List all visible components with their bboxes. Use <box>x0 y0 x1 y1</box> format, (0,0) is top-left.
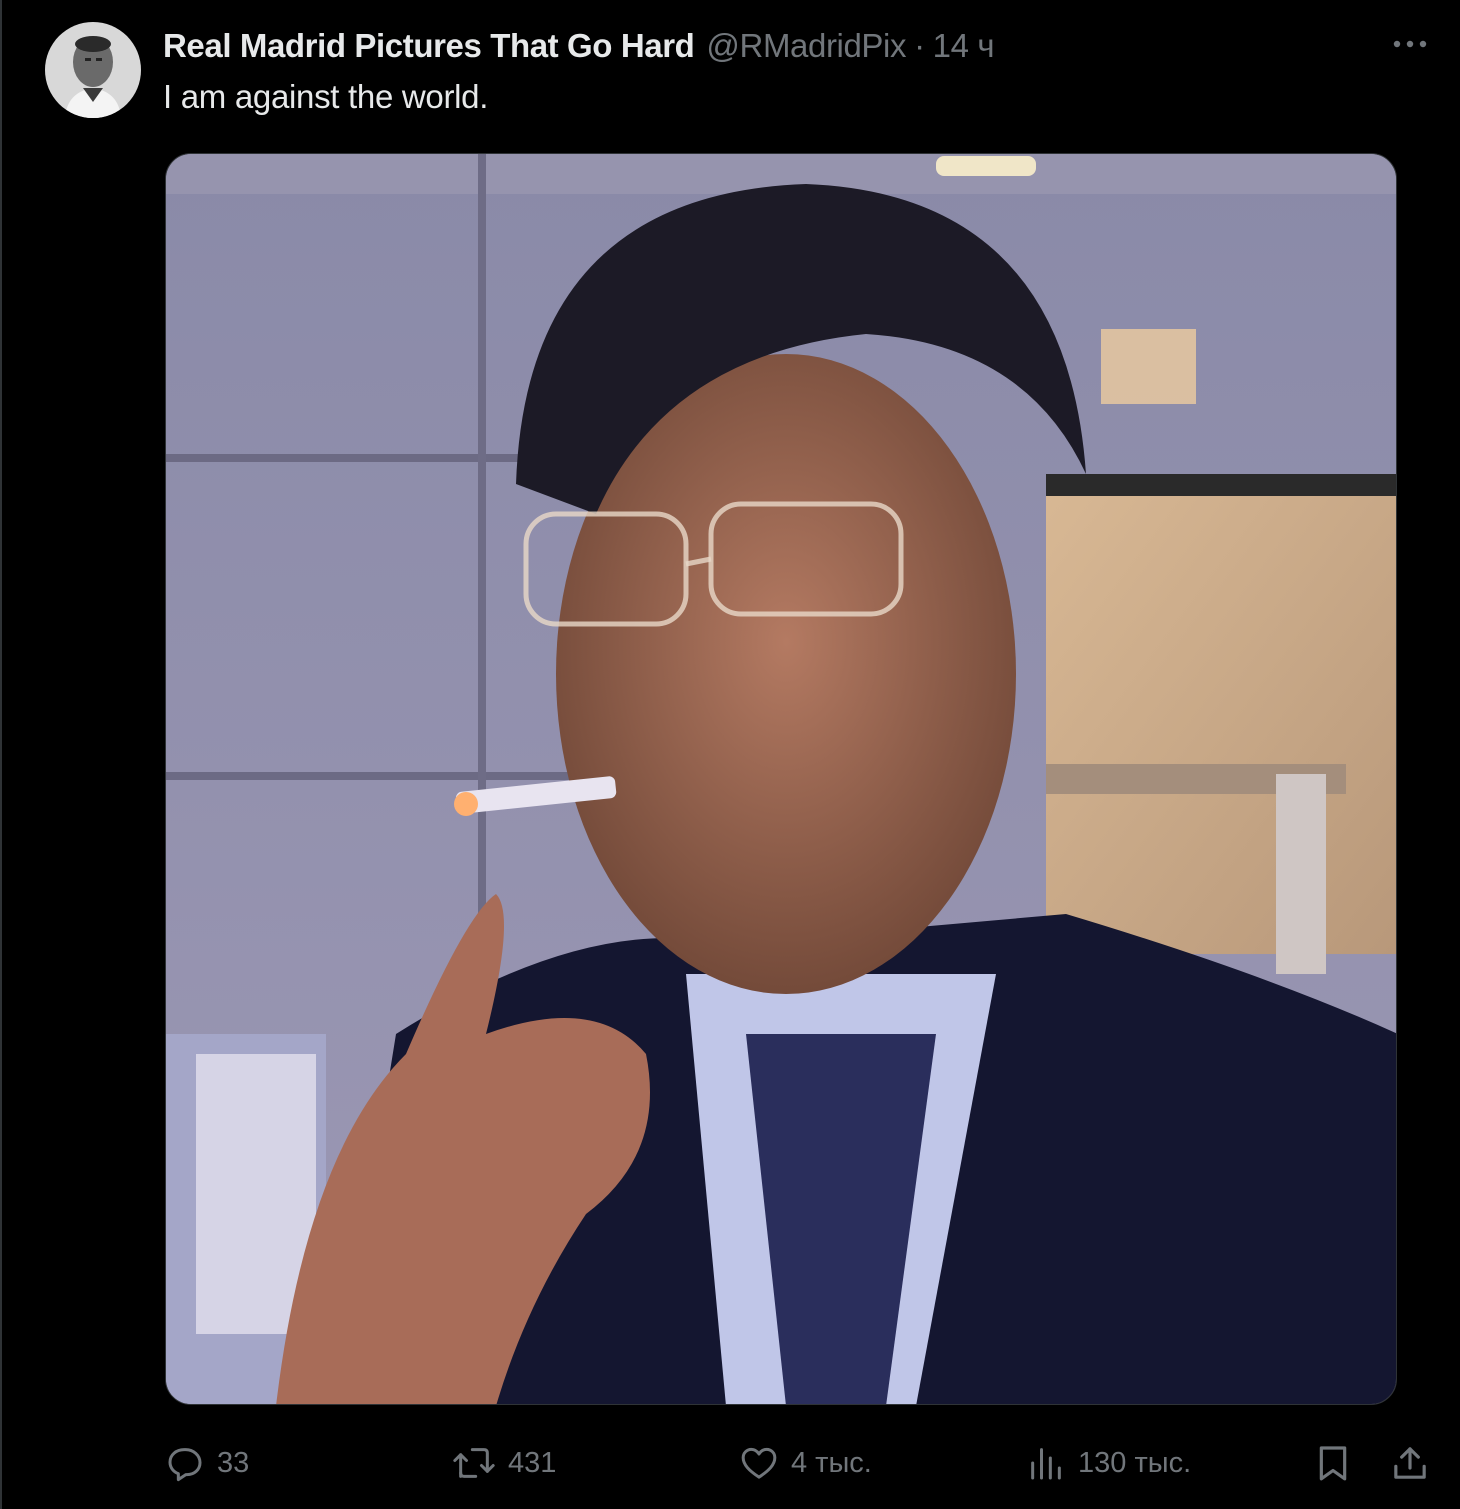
author-avatar[interactable] <box>45 22 141 118</box>
bookmark-icon <box>1313 1443 1353 1483</box>
share-icon <box>1390 1443 1430 1483</box>
tweet-card[interactable]: Real Madrid Pictures That Go Hard @RMadr… <box>0 0 1460 1509</box>
bookmark-button[interactable] <box>1313 1437 1353 1489</box>
share-button[interactable] <box>1390 1437 1430 1489</box>
retweet-button[interactable]: 431 <box>452 1437 556 1489</box>
more-horizontal-icon[interactable] <box>1390 28 1430 60</box>
reply-icon <box>165 1443 205 1483</box>
tweet-header: Real Madrid Pictures That Go Hard @RMadr… <box>163 24 995 68</box>
author-handle[interactable]: @RMadridPix <box>706 27 906 65</box>
views-icon <box>1026 1443 1066 1483</box>
reply-count: 33 <box>217 1446 250 1479</box>
tweet-actions: 33 431 4 тыс. 130 тыс. <box>2 1437 1460 1489</box>
retweet-count: 431 <box>508 1446 557 1479</box>
like-button[interactable]: 4 тыс. <box>739 1437 872 1489</box>
heart-icon <box>739 1443 779 1483</box>
tweet-timestamp[interactable]: 14 ч <box>933 27 995 65</box>
header-separator: · <box>914 27 925 64</box>
views-button[interactable]: 130 тыс. <box>1026 1437 1191 1489</box>
like-count: 4 тыс. <box>791 1446 872 1479</box>
tweet-text: I am against the world. <box>163 78 489 115</box>
tweet-photo[interactable] <box>165 153 1397 1405</box>
retweet-icon <box>452 1443 496 1483</box>
reply-button[interactable]: 33 <box>165 1437 249 1489</box>
author-name[interactable]: Real Madrid Pictures That Go Hard <box>163 27 695 65</box>
views-count: 130 тыс. <box>1078 1446 1192 1479</box>
